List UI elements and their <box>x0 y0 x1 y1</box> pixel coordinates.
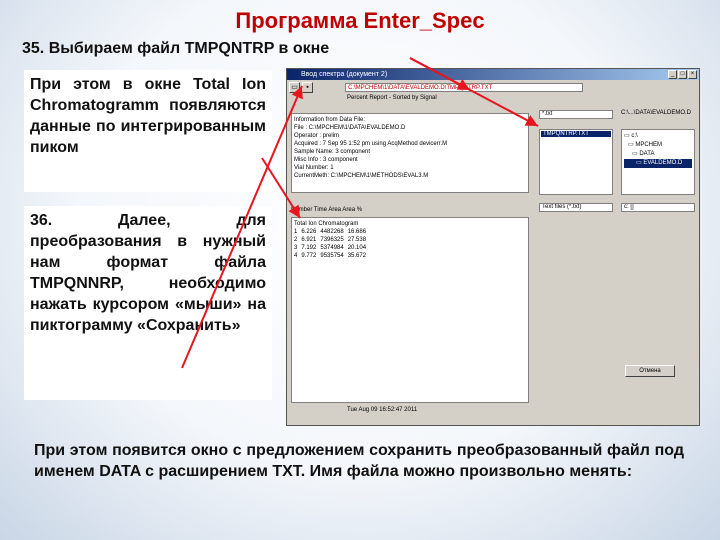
file-item-selected[interactable]: TMPQNTRP.TXT <box>541 131 611 137</box>
slide-title: Программа Enter_Spec <box>235 8 485 33</box>
table-row[interactable]: 3 7.192 5374984 20.104 <box>294 244 526 252</box>
dir-item[interactable]: ▭ DATA <box>624 150 692 159</box>
dir-item[interactable]: ▭ c:\ <box>624 132 692 141</box>
save-icon[interactable]: ▪ <box>302 82 313 93</box>
column-header: Number Time Area Area % <box>291 207 363 213</box>
info-line: Operator : prelim <box>294 133 340 139</box>
peak-data-list[interactable]: Total Ion Chromatogram 1 6.226 4482268 16.6… <box>291 217 529 403</box>
window-title: Ввод спектра (документ 2) <box>301 71 388 78</box>
file-path-field[interactable]: C:\MPCHEM\1\DATA\EVALDEMO.D\TMPQNTRP.TXT <box>345 83 583 92</box>
note-panel-text: 36. Далее, для преобразования в нужный н… <box>30 212 266 334</box>
file-info-panel: Information from Data File: File : C:\MP… <box>291 113 529 193</box>
info-line: Vial Number: 1 <box>294 165 334 171</box>
status-bar: Tue Aug 09 16:52:47 2011 <box>347 407 418 413</box>
window-title-bar[interactable]: Ввод спектра (документ 2) <box>287 69 699 80</box>
open-folder-icon[interactable]: ▭ <box>289 82 300 93</box>
dir-item[interactable]: ▭ MPCHEM <box>624 141 692 150</box>
table-row[interactable]: 2 6.921 7396325 27.538 <box>294 236 526 244</box>
minimize-icon[interactable]: _ <box>668 70 677 79</box>
info-line: Misc Info : 3 component <box>294 157 358 163</box>
bottom-description: При этом появится окно с предложением со… <box>34 442 684 480</box>
info-line: Sample Name: 3 component <box>294 149 371 155</box>
window-controls: _ □ × <box>668 70 697 79</box>
dir-item-selected[interactable]: ▭ EVALDEMO.D <box>624 159 692 168</box>
info-line: Acquired : 7 Sep 95 1:52 pm using AcqMet… <box>294 141 448 147</box>
note-panel-total-ion: При этом в окне Total Ion Chromatogramm … <box>24 70 272 192</box>
report-subtitle: Percent Report - Sorted by Signal <box>347 95 437 101</box>
cancel-button[interactable]: Отмена <box>625 365 675 377</box>
directory-path: C:\...\DATA\EVALDEMO.D <box>621 110 692 116</box>
directory-list[interactable]: ▭ c:\ ▭ MPCHEM ▭ DATA ▭ EVALDEMO.D <box>621 129 695 195</box>
maximize-icon[interactable]: □ <box>678 70 687 79</box>
info-line: CurrentMeth: C:\MPCHEM\1\METHODS\EVAL3.M <box>294 173 429 179</box>
info-line: File : C:\MPCHEM\1\DATA\EVALDEMO.D <box>294 125 406 131</box>
enter-spec-window: Ввод спектра (документ 2) _ □ × ▭ ▪ C:\M… <box>286 68 700 426</box>
data-title: Total Ion Chromatogram <box>294 221 359 227</box>
info-line: Information from Data File: <box>294 117 366 123</box>
file-filter-input[interactable]: *.txt <box>539 110 613 119</box>
close-icon[interactable]: × <box>688 70 697 79</box>
table-row[interactable]: 4 9.772 9535754 35.672 <box>294 252 526 260</box>
toolbar: ▭ ▪ C:\MPCHEM\1\DATA\EVALDEMO.D\TMPQNTRP… <box>289 82 697 94</box>
table-row[interactable]: 1 6.226 4482268 16.686 <box>294 228 526 236</box>
step-35-text: 35. Выбираем файл TMPQNTRP в окне <box>22 40 330 57</box>
file-list[interactable]: TMPQNTRP.TXT <box>539 129 613 195</box>
note-panel-text: При этом в окне Total Ion Chromatogramm … <box>30 76 266 156</box>
note-panel-step-36: 36. Далее, для преобразования в нужный н… <box>24 206 272 400</box>
file-type-select[interactable]: Text files (*.txt) <box>539 203 613 212</box>
drive-select[interactable]: c: [] <box>621 203 695 212</box>
